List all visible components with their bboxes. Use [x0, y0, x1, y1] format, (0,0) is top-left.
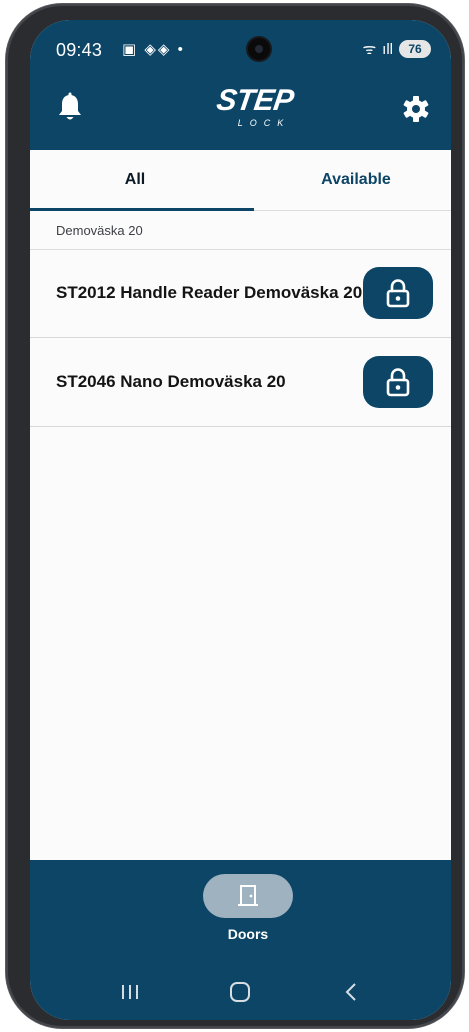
door-name: ST2046 Nano Demoväska 20 [56, 372, 286, 391]
nav-label-doors: Doors [227, 926, 269, 942]
steplock-logo: STEP LOCK [200, 84, 310, 136]
status-bar: 09:43 ▣ ◈◈ • ᯤ ıll 76 [30, 20, 451, 80]
section-title: Demoväska 20 [56, 223, 143, 238]
status-time: 09:43 [56, 40, 103, 60]
gear-icon[interactable] [401, 94, 431, 124]
door-list-item[interactable]: ST2012 Handle Reader Demoväska 20 [30, 249, 451, 338]
app-header: 09:43 ▣ ◈◈ • ᯤ ıll 76 STEP LOCK [30, 20, 451, 150]
battery-indicator: 76 [399, 40, 431, 58]
nav-active-pill [203, 874, 293, 918]
door-icon [238, 885, 258, 906]
tab-all[interactable]: All [30, 150, 240, 210]
system-navigation-bar [30, 964, 451, 1020]
recents-icon [122, 985, 138, 999]
home-button[interactable] [210, 964, 270, 1020]
recents-button[interactable] [100, 964, 160, 1020]
app-screen: 09:43 ▣ ◈◈ • ᯤ ıll 76 STEP LOCK All Avai… [30, 20, 451, 1020]
lock-icon [386, 279, 410, 308]
status-right: ᯤ ıll 76 [362, 39, 431, 59]
lock-icon [386, 368, 410, 397]
tab-bar: All Available [30, 150, 451, 211]
signal-icon: ıll [382, 40, 393, 58]
section-header: Demoväska 20 [30, 211, 451, 250]
phone-frame: 09:43 ▣ ◈◈ • ᯤ ıll 76 STEP LOCK All Avai… [6, 4, 464, 1028]
back-icon [345, 983, 356, 1001]
door-list-item[interactable]: ST2046 Nano Demoväska 20 [30, 338, 451, 427]
tab-available[interactable]: Available [251, 150, 451, 210]
notification-icons: ▣ ◈◈ • [122, 41, 185, 58]
wifi-icon: ᯤ [362, 41, 377, 58]
logo-main-text: STEP [214, 84, 296, 117]
unlock-button[interactable] [363, 356, 433, 408]
nav-item-doors[interactable]: Doors [202, 874, 294, 954]
bottom-navigation: Doors [30, 860, 451, 1020]
bell-icon[interactable] [56, 92, 84, 124]
logo-sub-text: LOCK [237, 118, 291, 128]
door-name: ST2012 Handle Reader Demoväska 20 [56, 283, 363, 302]
front-camera [248, 38, 270, 60]
unlock-button[interactable] [363, 267, 433, 319]
back-button[interactable] [322, 964, 382, 1020]
home-icon [230, 982, 250, 1002]
